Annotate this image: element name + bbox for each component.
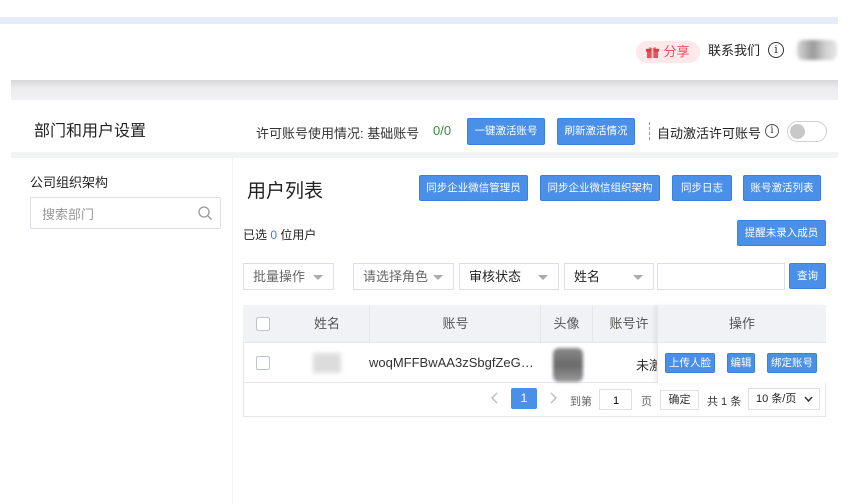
page-size-select[interactable]: 10 条/页 <box>748 388 820 410</box>
share-label: 分享 <box>663 44 690 59</box>
permit-usage-label: 许可账号使用情况: 基础账号 <box>256 126 420 141</box>
auto-activate-info-icon[interactable]: i <box>765 124 779 138</box>
user-list-title: 用户列表 <box>247 181 324 202</box>
keyword-box <box>657 263 785 291</box>
sync-org-button[interactable]: 同步企业微信组织架构 <box>540 175 660 201</box>
search-field-label: 姓名 <box>574 269 601 284</box>
remind-unrecorded-button[interactable]: 提醒未录入成员 <box>737 220 826 246</box>
auto-activate-label: 自动激活许可账号 <box>657 126 762 141</box>
share-button[interactable]: 分享 <box>636 41 700 63</box>
search-icon[interactable] <box>197 205 213 221</box>
goto-label: 到第 <box>570 396 592 408</box>
activation-list-button[interactable]: 账号激活列表 <box>743 175 821 201</box>
sync-admin-button[interactable]: 同步企业微信管理员 <box>419 175 528 201</box>
user-name-blurred <box>313 353 341 373</box>
org-title: 公司组织架构 <box>30 175 109 190</box>
selected-suffix: 位用户 <box>280 228 317 242</box>
column-name: 姓名 <box>285 305 370 343</box>
user-avatar[interactable] <box>797 40 837 60</box>
selected-prefix: 已选 <box>243 228 268 242</box>
chevron-down-icon <box>633 275 643 280</box>
page-size-label: 10 条/页 <box>756 393 797 405</box>
review-status-label: 审核状态 <box>469 269 522 284</box>
divider <box>649 122 650 140</box>
chevron-right-icon[interactable] <box>549 392 559 404</box>
sync-log-button[interactable]: 同步日志 <box>672 175 732 201</box>
bulk-action-select[interactable]: 批量操作 <box>243 263 334 290</box>
toggle-knob <box>790 124 805 139</box>
department-search-input[interactable] <box>40 198 194 230</box>
column-license: 账号许 <box>609 316 649 331</box>
search-field-select[interactable]: 姓名 <box>564 263 654 290</box>
row-avatar <box>553 348 583 382</box>
bulk-action-label: 批量操作 <box>253 269 306 284</box>
auto-activate-toggle[interactable] <box>787 121 827 142</box>
chevron-down-icon <box>313 275 323 280</box>
header-shadow <box>11 80 838 100</box>
row-checkbox[interactable] <box>256 356 270 370</box>
row-license-status: 未激 <box>636 358 658 373</box>
contact-us-link[interactable]: 联系我们 <box>708 42 760 60</box>
department-search-box <box>30 197 221 230</box>
info-icon[interactable]: i <box>768 42 784 58</box>
column-operations: 操作 <box>728 316 755 331</box>
selected-count: 0 <box>270 228 278 242</box>
refresh-activation-button[interactable]: 刷新激活情况 <box>557 118 635 145</box>
gift-icon <box>646 46 660 58</box>
top-strip <box>0 17 838 24</box>
column-account: 账号 <box>371 305 541 343</box>
chevron-down-icon <box>433 275 443 280</box>
page-title: 部门和用户设置 <box>34 123 147 140</box>
role-label: 请选择角色 <box>363 269 429 284</box>
row-account: woqMFFBwAA3zSbgfZeG6t... <box>369 355 540 370</box>
keyword-input[interactable] <box>663 264 785 291</box>
chevron-left-icon[interactable] <box>490 392 500 404</box>
column-avatar: 头像 <box>541 305 593 343</box>
goto-confirm-button[interactable]: 确定 <box>660 390 699 410</box>
chevron-down-icon <box>538 275 548 280</box>
query-button[interactable]: 查询 <box>789 263 826 289</box>
edit-button[interactable]: 编辑 <box>727 353 755 373</box>
review-status-select[interactable]: 审核状态 <box>459 263 559 290</box>
bind-account-button[interactable]: 绑定账号 <box>767 353 817 373</box>
operations-column: 操作 上传人脸 编辑 绑定账号 <box>657 305 826 383</box>
goto-page-box <box>599 389 632 411</box>
chevron-down-icon <box>804 396 813 403</box>
page-unit-label: 页 <box>641 396 652 408</box>
activate-account-button[interactable]: 一键激活账号 <box>467 118 545 145</box>
select-all-checkbox[interactable] <box>256 317 270 331</box>
role-select[interactable]: 请选择角色 <box>353 263 454 290</box>
permit-usage-count: 0/0 <box>433 123 452 138</box>
pagination-current-page[interactable]: 1 <box>511 388 537 409</box>
selected-count-text: 已选 0 位用户 <box>243 226 316 243</box>
goto-page-input[interactable] <box>600 390 632 411</box>
total-count: 共 1 条 <box>707 396 742 408</box>
upload-face-button[interactable]: 上传人脸 <box>665 353 715 373</box>
